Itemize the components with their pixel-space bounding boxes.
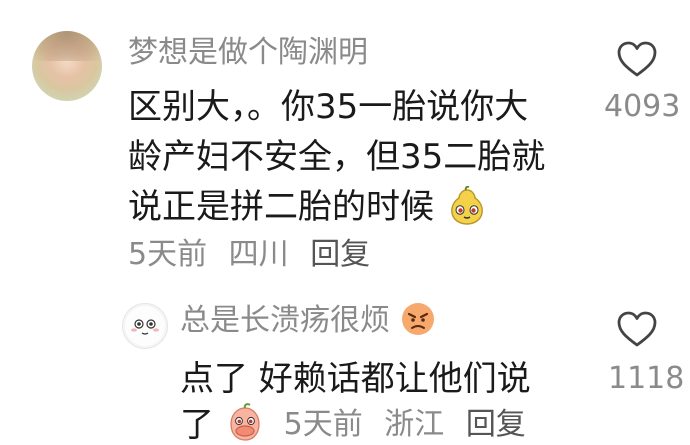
comment-location: 四川 xyxy=(228,237,289,272)
reply-username-text[interactable]: 总是长溃疡很烦 xyxy=(180,303,390,338)
reply-meta: 5天前 浙江 回复 xyxy=(284,407,538,442)
cartoon-face-avatar xyxy=(125,306,165,346)
reply-text: 了 xyxy=(180,405,214,445)
comment-username[interactable]: 梦想是做个陶渊明 xyxy=(128,38,368,68)
reply-location: 浙江 xyxy=(384,407,445,442)
reply-avatar[interactable] xyxy=(122,303,168,349)
comment-text: 说正是拼二胎的时候 xyxy=(128,187,434,227)
commenter-avatar[interactable] xyxy=(32,31,102,101)
like-count: 4093 xyxy=(604,89,681,124)
heart-icon[interactable] xyxy=(616,40,658,78)
comment-text-line: 区别大，。你35一胎说你大 xyxy=(128,87,529,127)
comment-text-line: 龄产妇不安全，但35二胎就 xyxy=(128,137,546,177)
comment-text-line: 说正是拼二胎的时候 xyxy=(128,185,487,227)
angry-face-emoji xyxy=(401,302,434,335)
reply-button[interactable]: 回复 xyxy=(310,237,370,272)
comment-time: 5天前 xyxy=(128,237,208,272)
reply-username[interactable]: 总是长溃疡很烦 xyxy=(180,302,436,338)
covering-mouth-peach-emoji xyxy=(230,402,260,441)
comment-meta: 5天前 四川 回复 xyxy=(128,240,382,270)
like-count: 1118 xyxy=(608,361,685,396)
heart-icon[interactable] xyxy=(616,310,658,348)
reply-text-line: 了 5天前 浙江 回复 xyxy=(180,402,538,445)
reply-text-line: 点了 好赖话都让他们说 xyxy=(180,359,531,399)
reply-reply-button[interactable]: 回复 xyxy=(466,407,526,442)
pear-face-emoji xyxy=(450,185,483,225)
reply-time: 5天前 xyxy=(283,407,363,442)
